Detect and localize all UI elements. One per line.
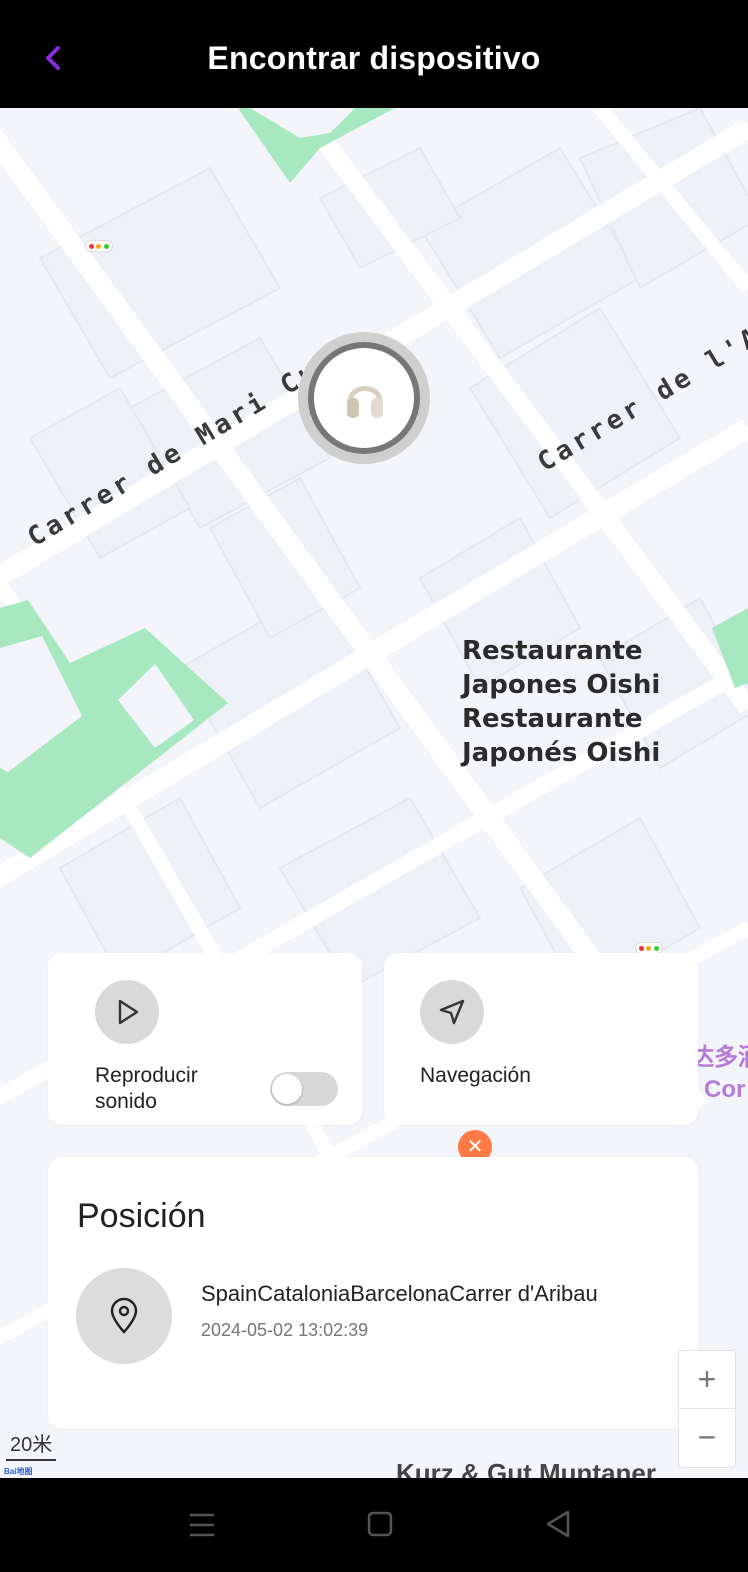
traffic-light-icon [85,240,113,252]
system-navigation-bar [0,1478,748,1572]
menu-icon[interactable] [188,1508,216,1542]
device-location-marker[interactable] [298,332,430,464]
poi-label: Restaurante Japones Oishi Restaurante Ja… [462,636,661,768]
zoom-in-button[interactable]: + [679,1351,735,1409]
map-scale: 20米 [6,1428,57,1461]
navigation-arrow-icon [439,999,465,1025]
page-title: Encontrar dispositivo [207,40,541,76]
poi-label-purple: 达多酒 Cor [690,1044,748,1103]
position-timestamp: 2024-05-02 13:02:39 [201,1320,369,1340]
navigation-button[interactable] [420,980,484,1044]
back-icon[interactable] [544,1508,572,1542]
location-pin-icon [110,1297,138,1334]
zoom-controls: + − [678,1350,736,1468]
play-icon [118,999,139,1025]
poi-label: Kurz & Gut Muntaner [396,1458,656,1478]
home-icon[interactable] [366,1508,394,1542]
top-app-bar: Encontrar dispositivo [0,0,748,108]
position-address: SpainCataloniaBarcelonaCarrer d'Aribau [201,1281,598,1306]
navigation-card[interactable]: Navegación [384,953,698,1125]
headphones-icon [347,386,383,418]
location-pin-button[interactable] [76,1268,172,1364]
position-card: Posición SpainCataloniaBarcelonaCarrer d… [48,1157,698,1429]
play-sound-button[interactable] [95,980,159,1044]
zoom-out-button[interactable]: − [679,1409,735,1466]
position-heading: Posición [77,1197,206,1235]
map-view[interactable]: Carrer de Mari Cub Carrer de l'Av Restau… [0,108,748,1478]
play-sound-toggle[interactable] [270,1072,338,1106]
play-sound-card: Reproducir sonido [48,953,362,1125]
navigation-label: Navegación [420,1064,531,1087]
play-sound-label: Reproducir sonido [95,1064,198,1113]
map-logo: Bai地图 [4,1467,33,1476]
